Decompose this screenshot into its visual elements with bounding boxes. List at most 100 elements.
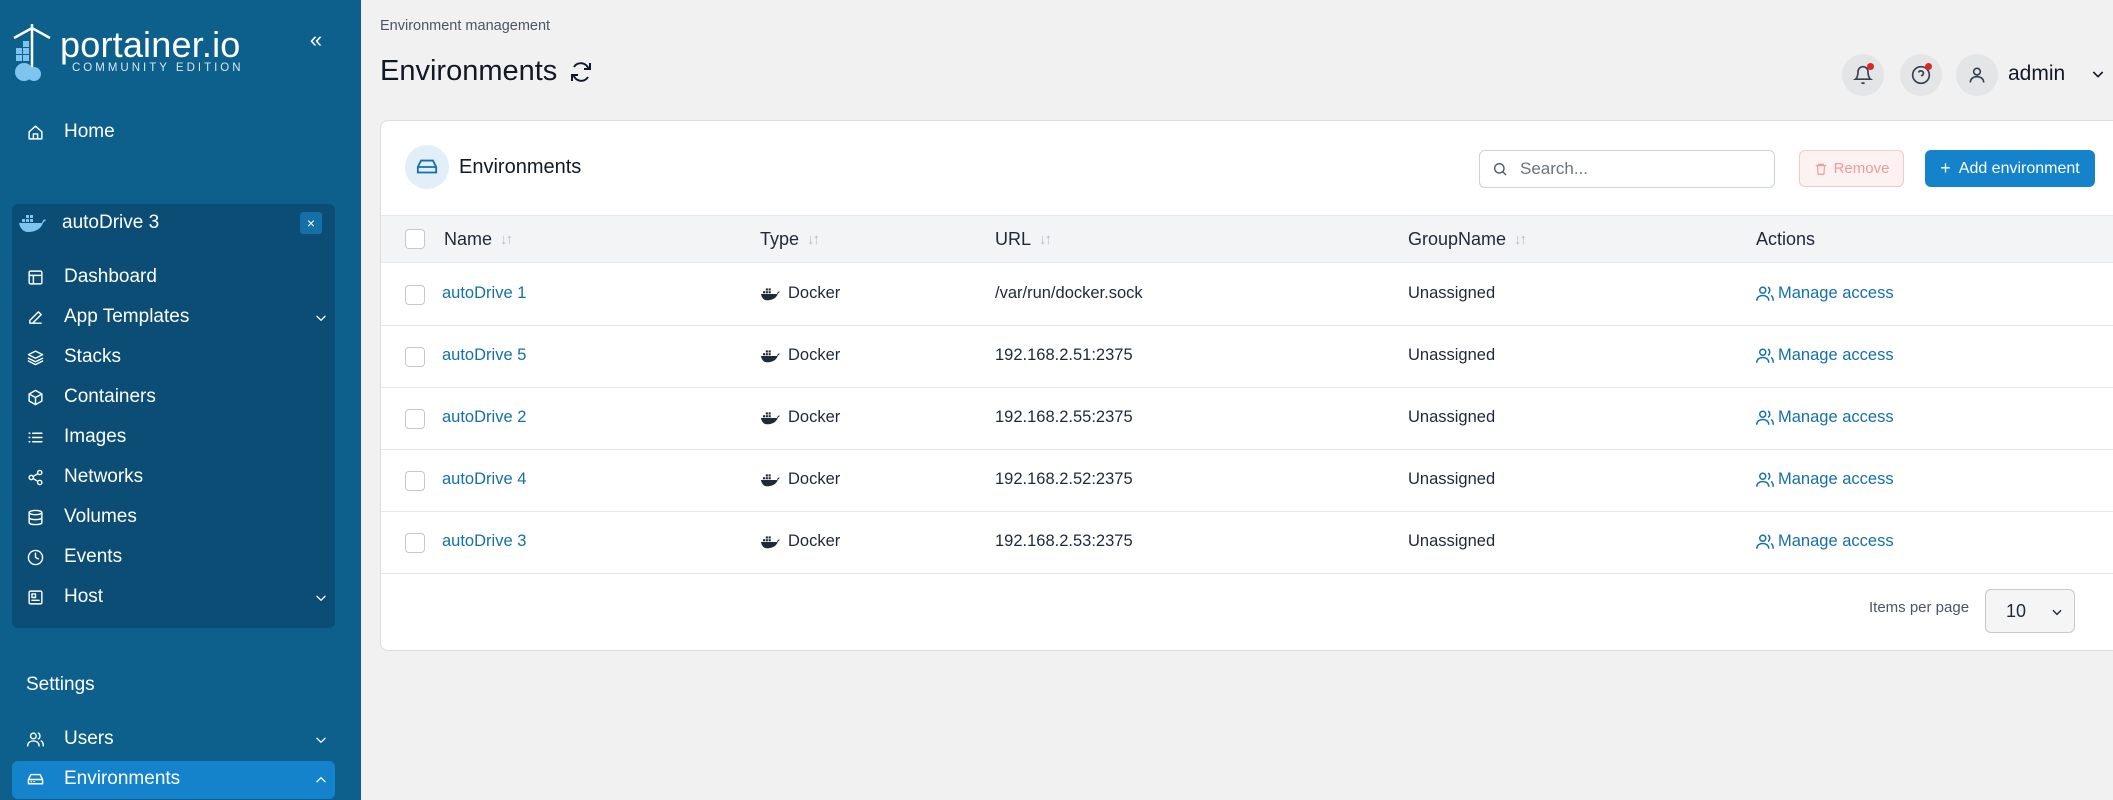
- url-cell: 192.168.2.53:2375: [995, 532, 1133, 551]
- sidebar-item-dashboard[interactable]: Dashboard: [26, 263, 157, 291]
- docker-icon: [19, 215, 46, 232]
- add-environment-button[interactable]: + Add environment: [1925, 150, 2095, 187]
- column-header-groupname[interactable]: GroupName ↓↑: [1408, 229, 1527, 250]
- column-label: Type: [760, 229, 800, 249]
- cell-text: Unassigned: [1408, 346, 1496, 364]
- sidebar-item-users[interactable]: Users: [26, 725, 326, 753]
- manage-access-link[interactable]: Manage access: [1756, 470, 1894, 489]
- portainer-logo-icon: [13, 24, 51, 81]
- notification-dot: [1925, 63, 1932, 70]
- row-checkbox[interactable]: [405, 409, 425, 429]
- help-button[interactable]: [1900, 54, 1942, 96]
- sidebar-item-networks[interactable]: Networks: [26, 463, 143, 491]
- list-icon: [26, 428, 44, 446]
- sidebar-item-label: Containers: [64, 386, 156, 407]
- sidebar-item-home[interactable]: Home: [26, 118, 115, 146]
- table-row: autoDrive 3 Docker 192.168.2.53:2375 Una…: [381, 512, 2113, 574]
- clock-icon: [26, 548, 44, 566]
- environment-name-link[interactable]: autoDrive 1: [442, 284, 526, 303]
- row-checkbox[interactable]: [405, 471, 425, 491]
- sidebar-item-label: Home: [64, 121, 115, 142]
- table-row: autoDrive 5 Docker 192.168.2.51:2375 Una…: [381, 326, 2113, 388]
- manage-access-link[interactable]: Manage access: [1756, 532, 1894, 551]
- search-icon: [1494, 163, 1507, 176]
- sidebar-item-host[interactable]: Host: [26, 583, 326, 611]
- table-row: autoDrive 1 Docker /var/run/docker.sock …: [381, 264, 2113, 326]
- environment-name-link[interactable]: autoDrive 2: [442, 408, 526, 427]
- sidebar-item-label: Volumes: [64, 506, 137, 527]
- sidebar-item-environments[interactable]: Environments: [26, 765, 326, 793]
- manage-access-link[interactable]: Manage access: [1756, 284, 1894, 303]
- row-checkbox[interactable]: [405, 285, 425, 305]
- sidebar-item-app-templates[interactable]: App Templates: [26, 303, 326, 331]
- row-checkbox[interactable]: [405, 347, 425, 367]
- chevron-down-icon: [2052, 609, 2062, 616]
- user-avatar-button[interactable]: [1956, 54, 1998, 96]
- logo-subtitle: COMMUNITY EDITION: [72, 62, 244, 74]
- edit-icon: [26, 308, 44, 326]
- type-cell: Docker: [760, 284, 840, 303]
- column-label: URL: [995, 229, 1032, 249]
- users-icon: [1756, 534, 1774, 549]
- breadcrumb[interactable]: Environment management: [380, 18, 550, 34]
- portainer-logo[interactable]: portainer.io COMMUNITY EDITION: [10, 22, 250, 86]
- cell-text: autoDrive 4: [442, 470, 527, 488]
- items-per-page-select[interactable]: 10: [1985, 589, 2075, 633]
- hard-drive-icon: [405, 145, 449, 189]
- card-title: Environments: [459, 156, 582, 178]
- environment-name-link[interactable]: autoDrive 4: [442, 470, 526, 489]
- row-checkbox[interactable]: [405, 533, 425, 553]
- hard-drive-icon: [26, 770, 44, 788]
- url-cell: 192.168.2.52:2375: [995, 470, 1133, 489]
- column-header-name[interactable]: Name ↓↑: [444, 229, 513, 250]
- type-cell: Docker: [760, 408, 840, 427]
- sidebar-item-volumes[interactable]: Volumes: [26, 503, 137, 531]
- database-icon: [26, 508, 44, 526]
- cell-text: 192.168.2.53:2375: [995, 532, 1133, 550]
- sidebar-item-stacks[interactable]: Stacks: [26, 343, 121, 371]
- notifications-button[interactable]: [1842, 54, 1884, 96]
- column-header-type[interactable]: Type ↓↑: [760, 229, 820, 250]
- chevron-down-icon: [314, 589, 330, 605]
- sidebar-item-label: Environments: [64, 768, 181, 789]
- environment-name-link[interactable]: autoDrive 3: [442, 532, 526, 551]
- close-environment-button[interactable]: ×: [300, 212, 322, 234]
- sidebar-item-images[interactable]: Images: [26, 423, 126, 451]
- collapse-sidebar-button[interactable]: «: [300, 26, 332, 54]
- type-cell: Docker: [760, 532, 840, 551]
- cell-text: Manage access: [1778, 284, 1894, 302]
- sidebar-item-label: Users: [64, 728, 114, 749]
- column-header-url[interactable]: URL ↓↑: [995, 229, 1052, 250]
- user-name[interactable]: admin: [2008, 62, 2065, 86]
- sidebar-item-events[interactable]: Events: [26, 543, 122, 571]
- environment-name: autoDrive 3: [62, 212, 160, 233]
- column-label: Actions: [1756, 229, 1816, 249]
- select-all-checkbox[interactable]: [405, 229, 425, 249]
- remove-button[interactable]: Remove: [1799, 150, 1904, 187]
- host-icon: [26, 588, 44, 606]
- environment-header[interactable]: autoDrive 3: [18, 208, 318, 238]
- dashboard-icon: [26, 268, 44, 286]
- column-label: Name: [444, 229, 493, 249]
- group-cell: Unassigned: [1408, 470, 1495, 489]
- sort-icon: ↓↑: [1039, 231, 1052, 248]
- manage-access-link[interactable]: Manage access: [1756, 408, 1894, 427]
- type-cell: Docker: [760, 470, 840, 489]
- page-title-text: Environments: [380, 55, 558, 87]
- environment-name-link[interactable]: autoDrive 5: [442, 346, 526, 365]
- users-icon: [1756, 410, 1774, 425]
- search-input[interactable]: [1520, 159, 1760, 179]
- chevron-down-icon[interactable]: [2090, 66, 2106, 82]
- search-box[interactable]: [1479, 150, 1775, 188]
- notification-dot: [1867, 63, 1874, 70]
- sidebar-item-containers[interactable]: Containers: [26, 383, 156, 411]
- cell-text: Unassigned: [1408, 284, 1496, 302]
- sidebar-item-label: Images: [64, 426, 127, 447]
- refresh-icon[interactable]: [569, 60, 593, 84]
- add-button-label: Add environment: [1958, 159, 2080, 177]
- manage-access-link[interactable]: Manage access: [1756, 346, 1894, 365]
- cell-text: Manage access: [1778, 470, 1894, 488]
- table-row: autoDrive 2 Docker 192.168.2.55:2375 Una…: [381, 388, 2113, 450]
- cell-text: Unassigned: [1408, 470, 1496, 488]
- settings-section-label: Settings: [26, 674, 95, 695]
